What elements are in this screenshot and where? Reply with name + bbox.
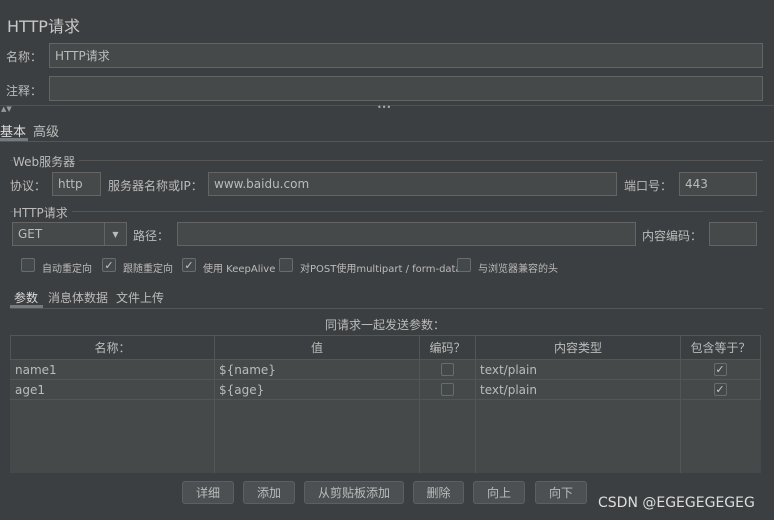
params-caption: 同请求一起发送参数： <box>325 318 446 332</box>
auto-redirect-checkbox[interactable] <box>21 258 35 272</box>
add-button[interactable]: 添加 <box>243 481 295 504</box>
port-label: 端口号： <box>624 179 673 193</box>
keepalive-label: 使用 KeepAlive <box>203 264 276 275</box>
check-icon: ✓ <box>184 258 194 272</box>
table-row-cell-name[interactable]: age1 <box>10 380 215 400</box>
web-server-group-border <box>10 160 763 161</box>
encode-checkbox[interactable] <box>440 383 454 396</box>
table-row-cell-value[interactable]: ${name} <box>214 360 420 380</box>
tabs-divider <box>0 141 774 142</box>
name-input[interactable]: HTTP请求 <box>49 43 763 68</box>
multipart-checkbox[interactable] <box>279 258 293 272</box>
detail-button[interactable]: 详细 <box>182 481 234 504</box>
table-row-cell-encode <box>419 380 476 400</box>
table-row-cell-include-equals: ✓ <box>680 360 761 380</box>
params-table[interactable]: 名称： 值 编码？ 内容类型 包含等于？ name1 ${name} text/… <box>10 335 761 473</box>
tab-advanced[interactable]: 高级 <box>33 121 59 140</box>
table-row-cell-content-type[interactable]: text/plain <box>475 380 681 400</box>
col-header-value[interactable]: 值 <box>214 335 420 360</box>
check-icon: ✓ <box>715 383 725 396</box>
server-label: 服务器名称或IP： <box>108 179 203 193</box>
include-equals-checkbox[interactable]: ✓ <box>713 383 727 396</box>
comment-input[interactable] <box>49 76 763 101</box>
splitter-grip-icon[interactable]: ••• <box>377 103 391 112</box>
method-select[interactable]: GET ▼ <box>12 222 127 246</box>
follow-redirect-label: 跟随重定向 <box>123 264 173 275</box>
watermark-text: CSDN @EGEGEGEGEG <box>598 495 755 511</box>
sub-tabs-divider <box>10 308 763 309</box>
keepalive-checkbox[interactable]: ✓ <box>182 258 196 272</box>
http-request-group-title: HTTP请求 <box>13 204 72 221</box>
check-icon: ✓ <box>104 258 114 272</box>
follow-redirect-checkbox[interactable]: ✓ <box>102 258 116 272</box>
table-row-cell-encode <box>419 360 476 380</box>
include-equals-checkbox[interactable]: ✓ <box>713 363 727 376</box>
name-label: 名称： <box>6 50 43 64</box>
panel-title: HTTP请求 <box>7 17 80 36</box>
col-header-name[interactable]: 名称： <box>10 335 215 360</box>
path-label: 路径： <box>133 229 170 243</box>
tab-body-data[interactable]: 消息体数据 <box>48 289 108 306</box>
table-row-cell-value[interactable]: ${age} <box>214 380 420 400</box>
col-header-encode[interactable]: 编码？ <box>419 335 476 360</box>
move-up-button[interactable]: 向上 <box>473 481 525 504</box>
method-value: GET <box>18 227 43 241</box>
protocol-label: 协议： <box>10 179 47 193</box>
web-server-group-title: Web服务器 <box>13 153 80 170</box>
table-row-cell-include-equals: ✓ <box>680 380 761 400</box>
add-from-clipboard-button[interactable]: 从剪贴板添加 <box>304 481 404 504</box>
delete-button[interactable]: 删除 <box>413 481 464 504</box>
col-header-content-type[interactable]: 内容类型 <box>475 335 681 360</box>
auto-redirect-label: 自动重定向 <box>42 264 92 275</box>
table-row-cell-name[interactable]: name1 <box>10 360 215 380</box>
server-input[interactable]: www.baidu.com <box>208 172 617 196</box>
encoding-label: 内容编码： <box>642 229 703 243</box>
col-header-include-equals[interactable]: 包含等于？ <box>680 335 761 360</box>
protocol-input[interactable]: http <box>52 172 101 196</box>
table-row-cell-content-type[interactable]: text/plain <box>475 360 681 380</box>
collapse-arrows-icon[interactable]: ▲▼ <box>1 105 12 113</box>
encoding-input[interactable] <box>709 222 757 246</box>
tab-parameters[interactable]: 参数 <box>14 289 38 306</box>
move-down-button[interactable]: 向下 <box>535 481 587 504</box>
check-icon: ✓ <box>715 363 725 376</box>
port-input[interactable]: 443 <box>679 172 757 196</box>
comment-label: 注释： <box>6 84 43 98</box>
splitter-bar[interactable]: ▲▼ ••• <box>0 103 774 113</box>
tab-file-upload[interactable]: 文件上传 <box>116 289 164 306</box>
multipart-label: 对POST使用multipart / form-data <box>300 264 462 275</box>
browser-headers-label: 与浏览器兼容的头 <box>478 264 558 275</box>
path-input[interactable] <box>177 222 636 246</box>
browser-headers-checkbox[interactable] <box>457 258 471 272</box>
chevron-down-icon[interactable]: ▼ <box>104 223 126 245</box>
encode-checkbox[interactable] <box>440 363 454 376</box>
http-request-group-border <box>10 211 763 212</box>
